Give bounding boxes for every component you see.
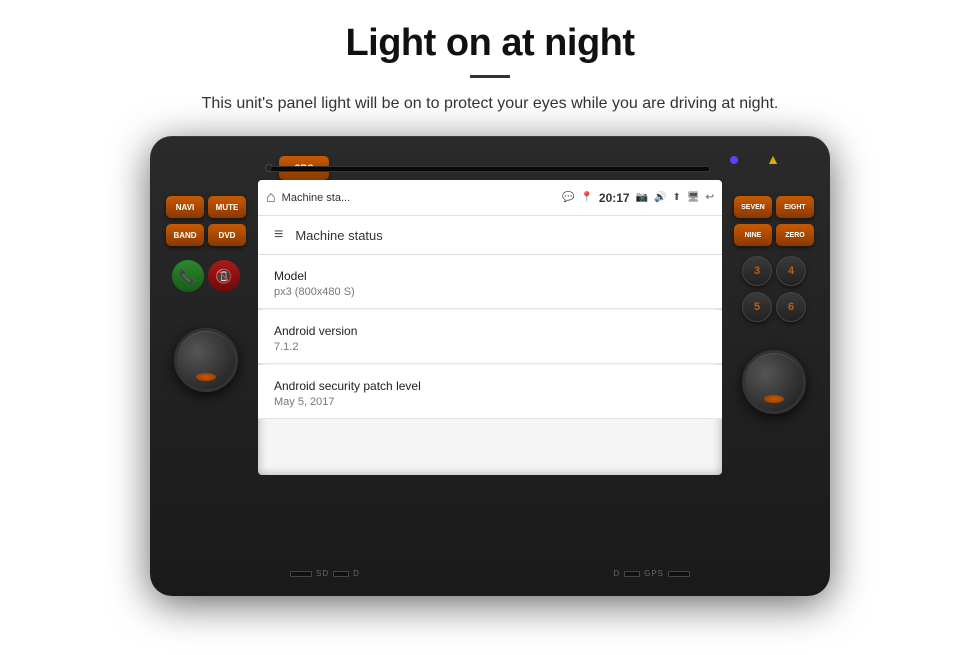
eight-button[interactable]: EIGHT [776,196,814,218]
android-version-value: 7.1.2 [274,341,706,353]
num-4-button[interactable]: 4 [776,256,806,286]
app-list: Model px3 (800x480 S) Android version 7.… [258,255,722,419]
menu-icon[interactable]: ≡ [274,226,283,244]
location-icon: 📍 [580,192,592,203]
gps-label: GPS [644,569,664,578]
num-3-4-row: 3 4 [742,256,806,286]
sd-slot-left [290,571,312,577]
right-knob[interactable] [742,350,806,414]
num-3-button[interactable]: 3 [742,256,772,286]
d-label: D [353,569,360,578]
chat-icon: 💬 [562,192,574,203]
model-label: Model [274,269,706,283]
page-header: Light on at night This unit's panel ligh… [0,0,980,126]
seven-eight-row: SEVEN EIGHT [734,196,814,218]
d-slot-right [624,571,640,577]
phone-buttons-row: 📞 📵 [172,260,240,292]
left-panel: NAVI MUTE BAND DVD 📞 📵 [162,196,250,536]
toolbar-title: Machine status [295,228,382,243]
left-knob-container [174,328,238,392]
gps-slot-right [668,571,690,577]
volume-icon: 🔊 [654,192,666,203]
model-value: px3 (800x480 S) [274,286,706,298]
device-bottom: SD D D GPS [270,569,710,578]
nine-zero-row: NINE ZERO [734,224,814,246]
page-subtitle: This unit's panel light will be on to pr… [60,92,920,116]
phone-answer-button[interactable]: 📞 [172,260,204,292]
alert-icon: ▲ [766,151,780,167]
car-unit: SRC ▲ NAVI MUTE BAND DVD 📞 📵 [150,136,830,596]
cd-slot [270,166,710,172]
d-slot-left [333,571,349,577]
band-button[interactable]: BAND [166,224,204,246]
device-body: SRC ▲ NAVI MUTE BAND DVD 📞 📵 [150,136,830,596]
nine-button[interactable]: NINE [734,224,772,246]
dvd-button[interactable]: DVD [208,224,246,246]
phone-hangup-button[interactable]: 📵 [208,260,240,292]
left-knob[interactable] [174,328,238,392]
num-5-button[interactable]: 5 [742,292,772,322]
navi-button[interactable]: NAVI [166,196,204,218]
home-icon[interactable]: ⌂ [266,189,276,207]
android-screen: ⌂ Machine sta... 💬 📍 20:17 📷 🔊 ⬆ 🖥 ↩ ≡ M… [258,180,722,475]
list-item-model: Model px3 (800x480 S) [258,255,722,309]
seven-button[interactable]: SEVEN [734,196,772,218]
phone-answer-icon: 📞 [179,268,196,285]
android-status-bar: ⌂ Machine sta... 💬 📍 20:17 📷 🔊 ⬆ 🖥 ↩ [258,180,722,216]
sd-label: SD [316,569,329,578]
security-patch-value: May 5, 2017 [274,396,706,408]
num-6-button[interactable]: 6 [776,292,806,322]
mute-button[interactable]: MUTE [208,196,246,218]
back-icon[interactable]: ↩ [706,192,714,203]
indicator-dot [730,156,738,164]
status-icons: 💬 📍 20:17 📷 🔊 ⬆ 🖥 ↩ [562,191,714,205]
camera-icon: 📷 [636,192,648,203]
num-5-6-row: 5 6 [742,292,806,322]
app-toolbar: ≡ Machine status [258,216,722,255]
right-knob-container [742,350,806,414]
page-title: Light on at night [60,22,920,65]
android-version-label: Android version [274,324,706,338]
status-app-title: Machine sta... [282,192,556,204]
title-divider [470,75,510,78]
list-item-security-patch: Android security patch level May 5, 2017 [258,365,722,419]
navi-mute-row: NAVI MUTE [166,196,246,218]
phone-hangup-icon: 📵 [215,268,232,285]
monitor-icon: 🖥 [687,192,700,203]
right-panel: SEVEN EIGHT NINE ZERO 3 4 5 6 [730,196,818,536]
upload-icon: ⬆ [673,192,681,203]
security-patch-label: Android security patch level [274,379,706,393]
list-item-android-version: Android version 7.1.2 [258,310,722,364]
zero-button[interactable]: ZERO [776,224,814,246]
band-dvd-row: BAND DVD [166,224,246,246]
d-label-right: D [613,569,620,578]
status-time: 20:17 [599,191,630,205]
